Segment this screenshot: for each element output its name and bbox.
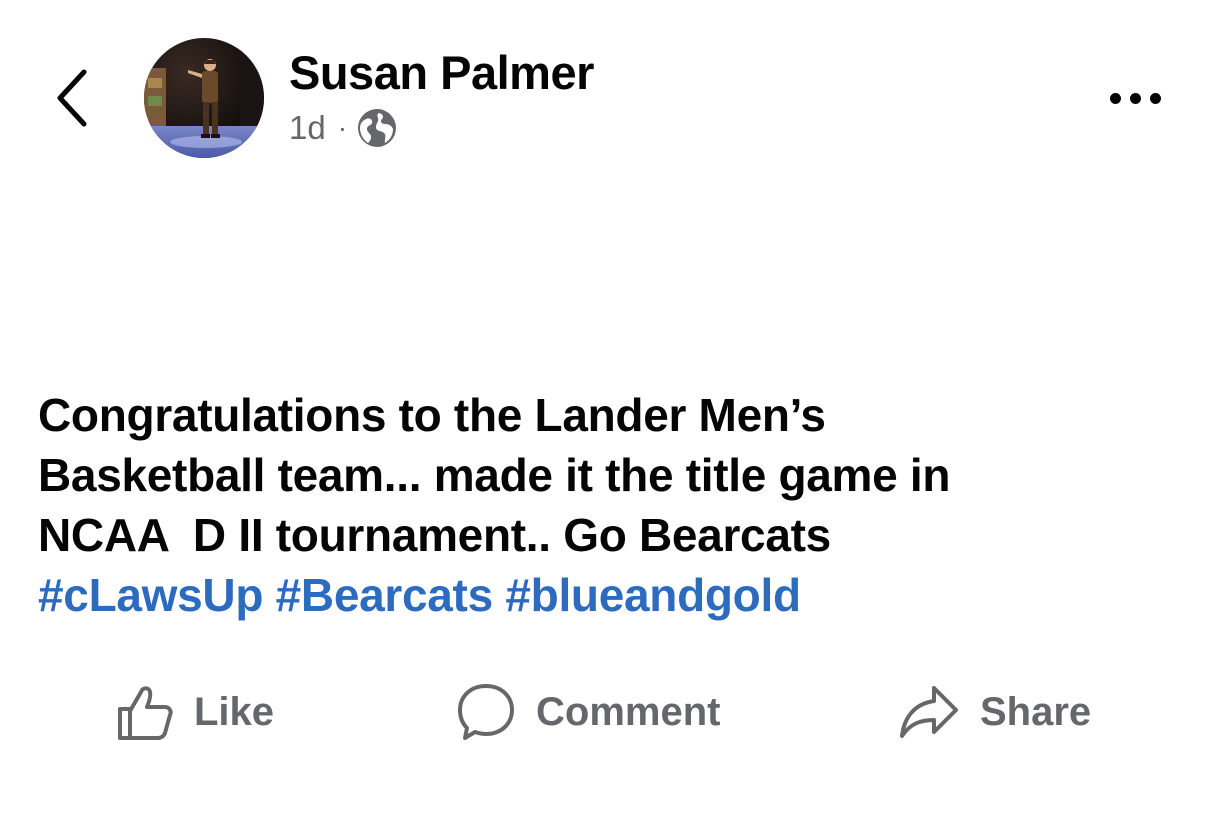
more-horizontal-icon	[1109, 92, 1121, 104]
chevron-left-icon	[57, 69, 87, 127]
comment-label: Comment	[536, 689, 721, 734]
author-name[interactable]: Susan Palmer	[289, 44, 594, 102]
hashtag-link[interactable]: #cLawsUp	[38, 569, 263, 621]
post-actions-bar: Like Comment Share	[0, 680, 1206, 744]
post-body: Congratulations to the Lander Men’s Bask…	[38, 385, 1178, 625]
globe-icon[interactable]	[357, 108, 397, 148]
like-button[interactable]: Like	[116, 680, 274, 744]
back-button[interactable]	[44, 64, 100, 132]
post-meta: 1d ·	[289, 106, 397, 150]
share-button[interactable]: Share	[898, 680, 1091, 744]
meta-separator: ·	[337, 112, 348, 143]
share-label: Share	[980, 689, 1092, 734]
speech-bubble-icon	[458, 684, 514, 740]
thumbs-up-icon	[118, 686, 173, 740]
post-text-line: NCAA D II tournament.. Go Bearcats	[38, 509, 831, 561]
hashtag-link[interactable]: #blueandgold	[505, 569, 801, 621]
post-text-line: Congratulations to the Lander Men’s	[38, 389, 826, 441]
post-timestamp[interactable]: 1d	[289, 109, 326, 147]
post-text-line: Basketball team... made it the title gam…	[38, 449, 951, 501]
comment-button[interactable]: Comment	[456, 680, 720, 744]
hashtag-row: #cLawsUp #Bearcats #blueandgold	[38, 565, 1178, 625]
like-label: Like	[194, 689, 275, 734]
share-arrow-icon	[900, 686, 958, 738]
more-options-button[interactable]	[1100, 78, 1170, 118]
hashtag-link[interactable]: #Bearcats	[276, 569, 494, 621]
avatar[interactable]	[144, 38, 264, 158]
